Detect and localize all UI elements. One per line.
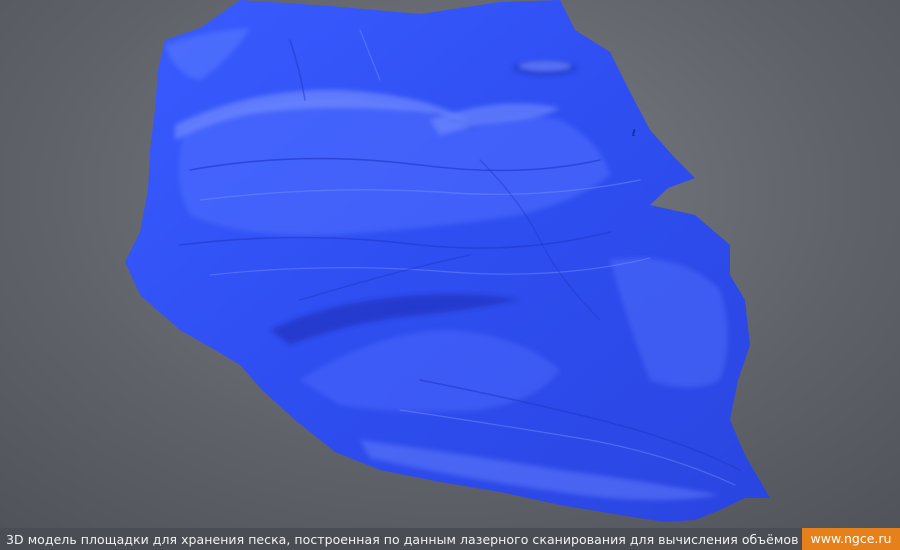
- 3d-viewport[interactable]: ℓ: [0, 0, 900, 550]
- site-link[interactable]: www.ngce.ru: [802, 528, 900, 550]
- image-caption: 3D модель площадки для хранения песка, п…: [6, 532, 799, 547]
- scan-surface-mesh: [125, 0, 770, 522]
- caption-bar: 3D модель площадки для хранения песка, п…: [0, 528, 900, 550]
- scan-model-canvas[interactable]: ℓ: [0, 0, 900, 550]
- scan-marker: ℓ: [631, 129, 636, 139]
